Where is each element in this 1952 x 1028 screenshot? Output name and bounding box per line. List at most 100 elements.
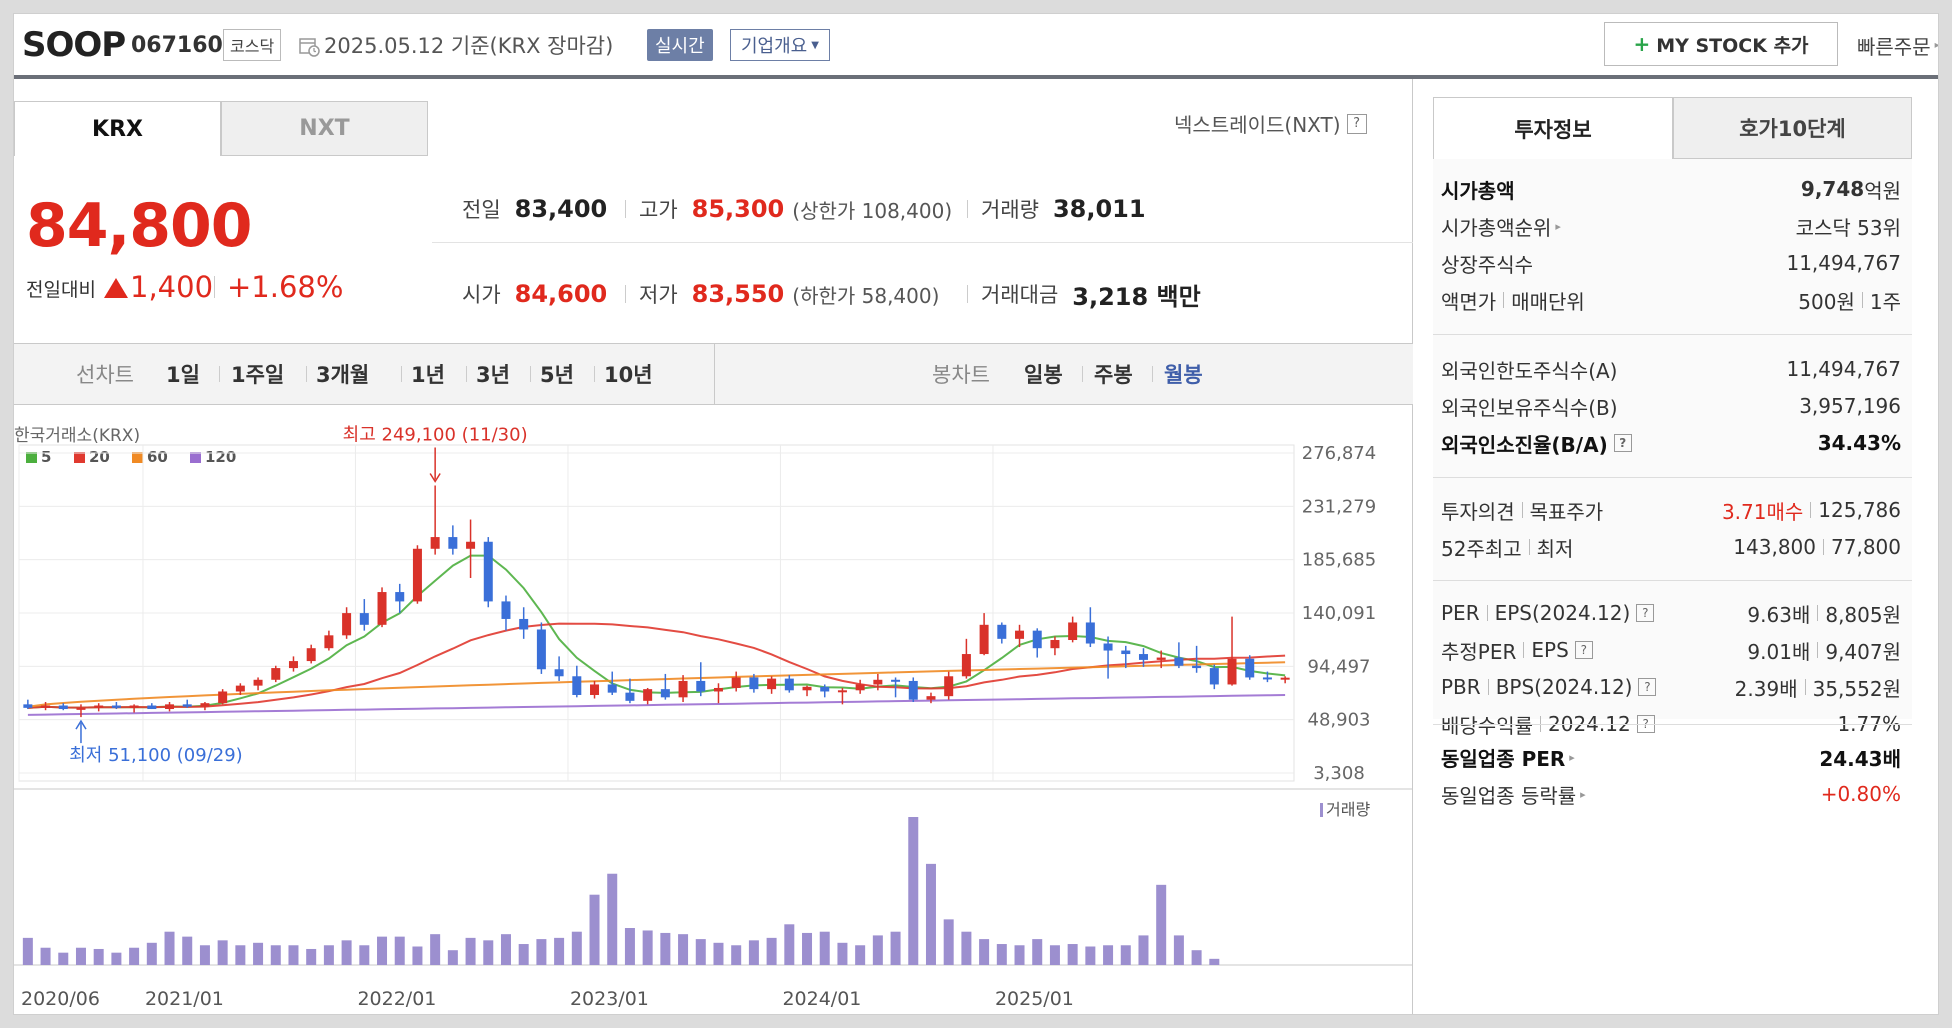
help-icon[interactable]: ?	[1638, 678, 1657, 696]
candle-body	[395, 592, 405, 602]
plus-icon: +	[1633, 32, 1651, 56]
change-rate: +1.68%	[227, 270, 344, 304]
y-tick-label: 3,308	[1313, 763, 1365, 784]
tab-invest-info[interactable]: 투자정보	[1433, 97, 1673, 159]
candle-body	[483, 541, 493, 602]
tab-krx[interactable]: KRX	[14, 101, 221, 156]
volume-bar	[731, 945, 742, 965]
volume-value: 38,011	[1052, 195, 1146, 223]
candle-body	[961, 654, 971, 677]
period-10y[interactable]: 10년	[604, 344, 653, 404]
volume-bar	[217, 940, 228, 965]
candle-body	[1103, 643, 1113, 651]
legend-label-5: 5	[41, 448, 51, 466]
candle-body	[625, 692, 635, 701]
candle-body	[607, 684, 617, 693]
legend-swatch-5	[26, 452, 37, 463]
candle-body	[643, 689, 653, 701]
market-cap-rank-row[interactable]: 시가총액순위 ▸ 코스닥 53위	[1441, 211, 1901, 241]
open-label: 시가	[462, 283, 501, 307]
volume-bar	[589, 894, 600, 965]
help-icon[interactable]: ?	[1574, 641, 1593, 659]
volume-bar	[607, 873, 618, 965]
per-value: 9.63배	[1747, 602, 1811, 627]
candle-body	[1121, 650, 1131, 655]
candle-body	[271, 668, 281, 680]
candle-chart-button[interactable]: 봉차트	[932, 344, 990, 404]
nxt-help-link[interactable]: 넥스트레이드(NXT) ?	[1174, 109, 1367, 138]
period-5y[interactable]: 5년	[540, 344, 574, 404]
candle-body	[979, 624, 989, 655]
foreign-limit-value: 11,494,767	[1786, 357, 1901, 381]
eps-label: EPS(2024.12)	[1494, 601, 1631, 625]
divider	[1152, 366, 1153, 382]
prev-close: 전일 83,400	[462, 194, 607, 224]
caret-right-icon: ▸	[1555, 219, 1561, 233]
help-icon[interactable]: ?	[1636, 604, 1655, 622]
low-value: 83,550	[691, 280, 785, 308]
volume-bar	[660, 932, 671, 965]
trade-unit-value: 1주	[1869, 289, 1901, 314]
divider	[1082, 366, 1083, 382]
help-icon[interactable]: ?	[1346, 113, 1367, 134]
volume-bar	[819, 931, 830, 965]
volume-bar	[890, 931, 901, 965]
volume-bar	[359, 945, 370, 965]
volume-bar	[93, 948, 104, 965]
volume-bar	[430, 934, 441, 965]
candle-monthly[interactable]: 월봉	[1164, 344, 1203, 404]
x-tick-label: 2020/06	[21, 988, 100, 1010]
chart-annotations: 최고 249,100 (11/30) 최저 51,100 (09/29)	[69, 424, 527, 766]
foreign-rate-row: 외국인소진율(B/A)? 34.43%	[1441, 428, 1901, 458]
quick-order-button[interactable]: 빠른주문 ▸	[1857, 14, 1938, 76]
candle-body	[129, 705, 139, 708]
market-cap-rank-value: 코스닥 53위	[1795, 215, 1901, 240]
line-chart-button[interactable]: 선차트	[76, 344, 134, 404]
candle-body	[1245, 658, 1255, 678]
stock-header: SOOP 067160 코스닥 2025.05.12 기준(KRX 장마감) 실…	[14, 14, 1938, 79]
realtime-button[interactable]: 실시간	[647, 29, 713, 61]
volume-bar	[961, 931, 972, 965]
company-info-button[interactable]: 기업개요 ▼	[730, 29, 830, 61]
period-3y[interactable]: 3년	[476, 344, 510, 404]
sector-per-row[interactable]: 동일업종 PER ▸ 24.43배	[1441, 742, 1901, 772]
nxt-link-label: 넥스트레이드(NXT)	[1174, 113, 1341, 137]
tab-nxt[interactable]: NXT	[221, 101, 428, 156]
candle-body	[678, 680, 688, 698]
high-price: 고가 85,300 (상한가 108,400)	[639, 194, 952, 224]
volume-bar	[1049, 945, 1060, 965]
help-icon[interactable]: ?	[1613, 434, 1632, 452]
stock-chart[interactable]: 한국거래소(KRX) 5 20 60 120 276,874 231,279 185,68…	[14, 405, 1413, 1015]
volume-bar	[465, 937, 476, 965]
mystock-add-button[interactable]: + MY STOCK 추가	[1604, 22, 1838, 66]
sector-rate-row[interactable]: 동일업종 등락률 ▸ +0.80%	[1441, 779, 1901, 809]
tab-hoga[interactable]: 호가10단계	[1673, 97, 1912, 159]
sector-rate-value: +0.80%	[1820, 782, 1901, 806]
y-tick-label: 231,279	[1302, 496, 1376, 517]
volume-bar	[500, 934, 511, 965]
week52-high-label: 52주최고	[1441, 536, 1522, 561]
period-1y[interactable]: 1년	[411, 344, 445, 404]
candle-body	[572, 676, 582, 695]
y-tick-label: 48,903	[1308, 710, 1371, 731]
bps-value: 35,552원	[1812, 676, 1901, 701]
period-1w[interactable]: 1주일	[231, 344, 284, 404]
candle-weekly[interactable]: 주봉	[1094, 344, 1133, 404]
week52-low-label: 최저	[1536, 536, 1574, 561]
moving-averages	[27, 554, 1286, 716]
week52-row: 52주최고 최저 143,800 77,800	[1441, 532, 1901, 562]
candle-body	[76, 707, 86, 710]
pbr-row: PBR BPS(2024.12)? 2.39배 35,552원	[1441, 672, 1901, 702]
volume-bar	[1032, 939, 1043, 965]
divider	[1433, 334, 1912, 335]
period-1d[interactable]: 1일	[166, 344, 200, 404]
trade-value: 거래대금 3,218 백만	[981, 279, 1201, 311]
candle-daily[interactable]: 일봉	[1024, 344, 1063, 404]
candle-body	[165, 704, 175, 710]
volume-bar	[1138, 935, 1149, 965]
volume-bar	[394, 936, 405, 965]
market-cap-rank-label: 시가총액순위	[1441, 215, 1552, 240]
period-3m[interactable]: 3개월	[316, 344, 369, 404]
listed-shares-row: 상장주식수 11,494,767	[1441, 248, 1901, 278]
volume-bar	[58, 952, 69, 965]
